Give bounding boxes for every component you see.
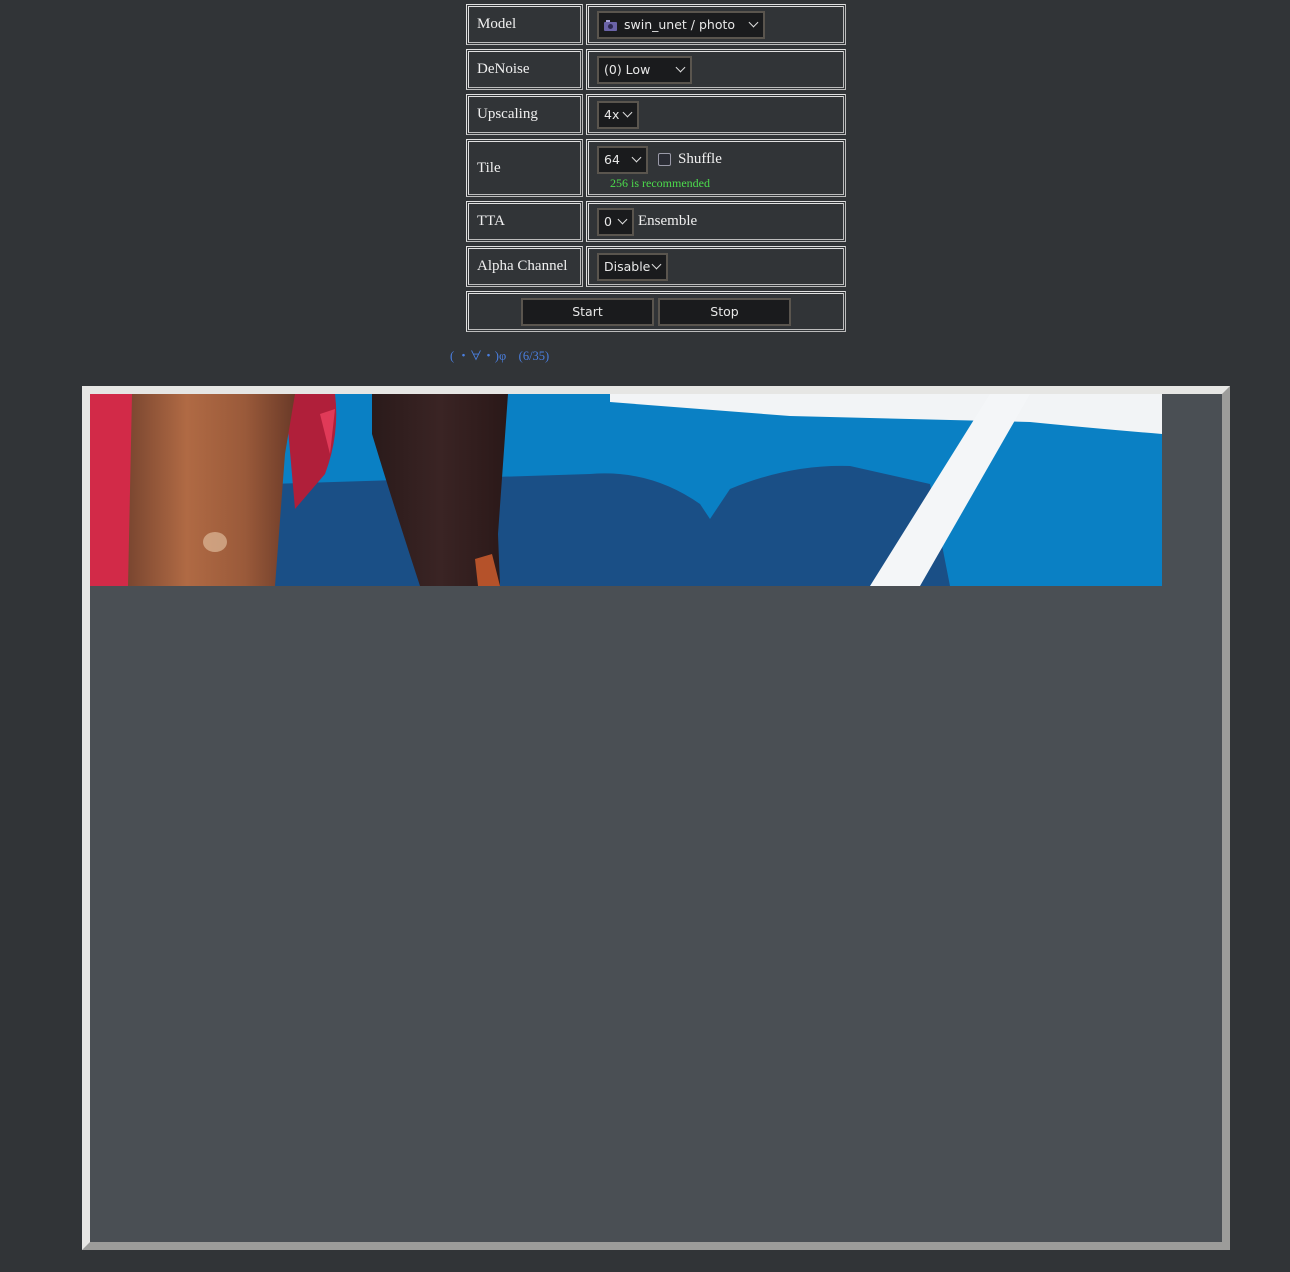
start-button[interactable]: Start: [521, 297, 654, 326]
actions-cell: Start Stop: [466, 291, 846, 332]
chevron-down-icon: [651, 259, 662, 270]
stop-button[interactable]: Stop: [658, 297, 791, 326]
model-select-value: swin_unet / photo: [624, 17, 736, 32]
alpha-select-value: Disable: [604, 259, 651, 274]
upscaling-label: Upscaling: [466, 94, 583, 135]
tta-ensemble-label: Ensemble: [638, 213, 698, 229]
shuffle-checkbox[interactable]: [658, 153, 671, 166]
progress-status: ( ・∀・)φ (6/35): [450, 349, 550, 363]
model-row: Model swin_unet / photo: [466, 4, 846, 45]
settings-panel: Model swin_unet / photo DeNoise (0) Low …: [466, 0, 846, 336]
tta-select[interactable]: 0: [597, 207, 634, 236]
tta-value-cell: 0 Ensemble: [586, 201, 846, 242]
tile-value-cell: 64 Shuffle 256 is recommended: [586, 139, 846, 197]
model-label: Model: [466, 4, 583, 45]
camera-icon: [604, 19, 617, 31]
upscaling-select[interactable]: 4x: [597, 100, 639, 129]
chevron-down-icon: [748, 17, 759, 28]
output-canvas: [82, 386, 1230, 1250]
tile-hint: 256 is recommended: [610, 175, 710, 190]
output-image-preview: [90, 394, 1162, 586]
alpha-row: Alpha Channel Disable: [466, 246, 846, 287]
tile-select-value: 64: [604, 152, 620, 167]
chevron-down-icon: [617, 214, 628, 225]
partial-upscaled-photo: [90, 394, 1162, 586]
chevron-down-icon: [622, 107, 633, 118]
model-value-cell: swin_unet / photo: [586, 4, 846, 45]
upscaling-value-cell: 4x: [586, 94, 846, 135]
chevron-down-icon: [631, 152, 642, 163]
denoise-value-cell: (0) Low: [586, 49, 846, 90]
denoise-label: DeNoise: [466, 49, 583, 90]
tile-row: Tile 64 Shuffle 256 is recommended: [466, 139, 846, 197]
denoise-select[interactable]: (0) Low: [597, 55, 692, 84]
denoise-row: DeNoise (0) Low: [466, 49, 846, 90]
alpha-select[interactable]: Disable: [597, 252, 668, 281]
upscaling-row: Upscaling 4x: [466, 94, 846, 135]
shuffle-label[interactable]: Shuffle: [678, 151, 722, 168]
actions-row: Start Stop: [466, 291, 846, 332]
tta-label: TTA: [466, 201, 583, 242]
upscaling-select-value: 4x: [604, 107, 620, 122]
alpha-label: Alpha Channel: [466, 246, 583, 287]
alpha-value-cell: Disable: [586, 246, 846, 287]
tta-row: TTA 0 Ensemble: [466, 201, 846, 242]
tta-select-value: 0: [604, 214, 612, 229]
denoise-select-value: (0) Low: [604, 62, 651, 77]
model-select[interactable]: swin_unet / photo: [597, 10, 765, 39]
tile-label: Tile: [466, 139, 583, 197]
chevron-down-icon: [675, 62, 686, 73]
tile-select[interactable]: 64: [597, 145, 648, 174]
